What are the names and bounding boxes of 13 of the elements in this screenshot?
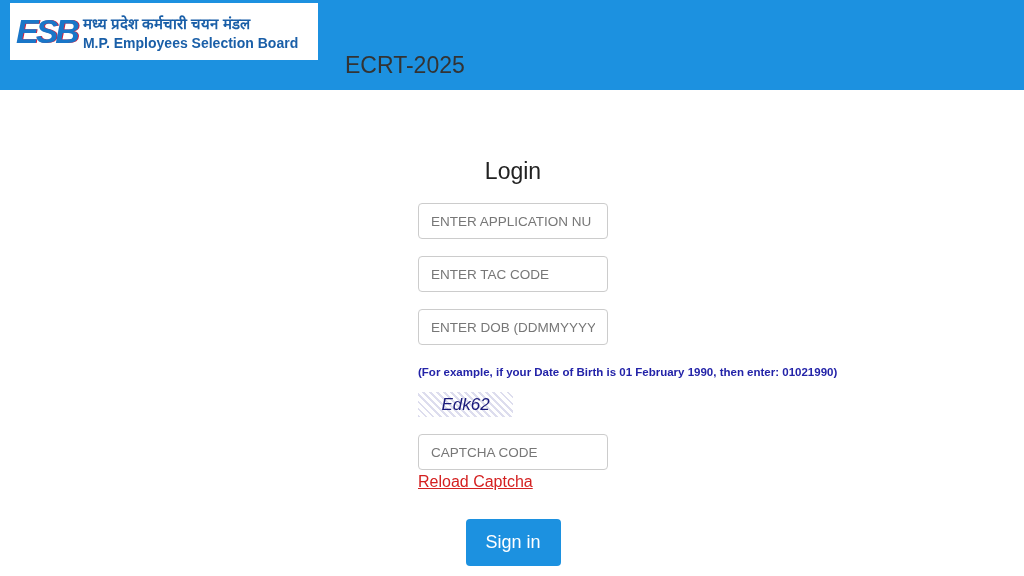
- input-field[interactable]: ENTER DOB (DDMMYYYY: [418, 309, 608, 345]
- input-field[interactable]: ENTER TAC CODE: [418, 256, 608, 292]
- login-heading: Login: [484, 158, 542, 185]
- board-name-hindi: मध्य प्रदेश कर्मचारी चयन मंडल: [82, 13, 252, 33]
- sign-in-button[interactable]: Sign in: [465, 519, 561, 566]
- captcha-field[interactable]: CAPTCHA CODE: [418, 434, 608, 470]
- dob-hint: (For example, if your Date of Birth is 01 February 1990, then enter: 01021990): [418, 366, 838, 378]
- page-title: ECRT-2025: [345, 52, 465, 79]
- board-name: M.P. Employees Selection Board: [82, 34, 299, 51]
- reload-captcha-link[interactable]: Reload Captcha: [418, 473, 533, 491]
- captcha-image: Edk62: [418, 392, 513, 417]
- logo-mark: ESB: [16, 12, 77, 51]
- input-field[interactable]: ENTER APPLICATION NU: [418, 203, 608, 239]
